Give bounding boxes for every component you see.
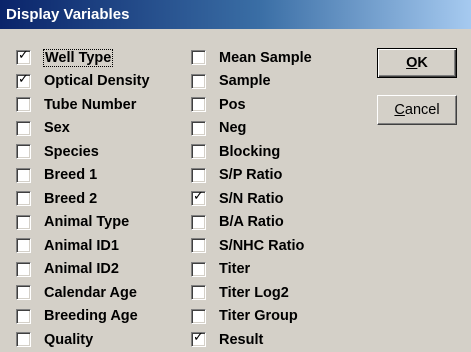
checkbox-animal-type[interactable]: ✓ Animal Type xyxy=(16,211,150,235)
checkbox-box[interactable]: ✓ xyxy=(191,330,206,348)
checkbox-breeding-age[interactable]: ✓ Breeding Age xyxy=(16,305,150,329)
display-variables-dialog: Display Variables ✓ Well Type ✓ Optical Den… xyxy=(0,0,471,348)
checkbox-box[interactable]: ✓ xyxy=(16,144,31,160)
check-mark-icon: ✓ xyxy=(18,71,29,87)
checkbox-box[interactable]: ✓ xyxy=(16,261,31,277)
checkbox-box[interactable]: ✓ xyxy=(191,238,206,254)
checkbox-label: Calendar Age xyxy=(44,284,137,301)
checkbox-sex[interactable]: ✓ Sex xyxy=(16,117,150,141)
variables-column-1: ✓ Well Type ✓ Optical Density ✓ Tube Number ✓ S… xyxy=(16,46,150,352)
checkbox-label: Pos xyxy=(219,96,246,113)
checkbox-label: Titer Log2 xyxy=(219,284,289,301)
checkbox-box[interactable]: ✓ xyxy=(16,191,31,207)
cancel-label-rest: ancel xyxy=(404,102,440,118)
checkbox-label: S/NHC Ratio xyxy=(219,237,305,254)
checkbox-box[interactable]: ✓ xyxy=(191,285,206,301)
check-mark-icon: ✓ xyxy=(193,330,204,346)
checkbox-species[interactable]: ✓ Species xyxy=(16,140,150,164)
checkbox-label: Sex xyxy=(44,120,70,137)
checkbox-s-n-ratio[interactable]: ✓ S/N Ratio xyxy=(191,187,312,211)
checkbox-box[interactable]: ✓ xyxy=(16,308,31,324)
checkbox-label: Breeding Age xyxy=(44,308,138,325)
checkbox-label: Breed 2 xyxy=(44,190,98,207)
checkbox-box[interactable]: ✓ xyxy=(191,120,206,136)
checkbox-label: Animal ID1 xyxy=(44,237,119,254)
checkbox-box[interactable]: ✓ xyxy=(16,285,31,301)
check-mark-icon: ✓ xyxy=(193,189,204,205)
ok-mnemonic: O xyxy=(406,55,418,71)
checkbox-box[interactable]: ✓ xyxy=(191,167,206,183)
cancel-mnemonic: C xyxy=(394,102,405,118)
checkbox-label: Optical Density xyxy=(44,73,150,90)
checkbox-label: Result xyxy=(219,331,264,348)
checkbox-box[interactable]: ✓ xyxy=(191,73,206,89)
checkbox-label: Breed 1 xyxy=(44,167,98,184)
cancel-button[interactable]: Cancel xyxy=(377,95,457,125)
checkbox-sample[interactable]: ✓ Sample xyxy=(191,70,312,94)
checkbox-label: Neg xyxy=(219,120,247,137)
checkbox-box[interactable]: ✓ xyxy=(191,189,206,207)
checkbox-mean-sample[interactable]: ✓ Mean Sample xyxy=(191,46,312,70)
checkbox-box[interactable]: ✓ xyxy=(16,214,31,230)
checkbox-box[interactable]: ✓ xyxy=(16,71,31,89)
checkbox-breed-2[interactable]: ✓ Breed 2 xyxy=(16,187,150,211)
checkbox-box[interactable]: ✓ xyxy=(191,97,206,113)
checkbox-s-p-ratio[interactable]: ✓ S/P Ratio xyxy=(191,164,312,188)
dialog-title: Display Variables xyxy=(0,0,471,29)
checkbox-label: Mean Sample xyxy=(219,49,312,66)
checkbox-neg[interactable]: ✓ Neg xyxy=(191,117,312,141)
checkbox-label: S/P Ratio xyxy=(219,167,283,184)
checkbox-label: Sample xyxy=(219,73,271,90)
checkbox-calendar-age[interactable]: ✓ Calendar Age xyxy=(16,281,150,305)
checkbox-blocking[interactable]: ✓ Blocking xyxy=(191,140,312,164)
checkbox-pos[interactable]: ✓ Pos xyxy=(191,93,312,117)
checkbox-label: Well Type xyxy=(42,48,114,67)
checkbox-box[interactable]: ✓ xyxy=(191,214,206,230)
checkbox-s-nhc-ratio[interactable]: ✓ S/NHC Ratio xyxy=(191,234,312,258)
checkbox-label: Titer Group xyxy=(219,308,298,325)
checkbox-label: Titer xyxy=(219,261,251,278)
checkbox-box[interactable]: ✓ xyxy=(16,48,31,66)
checkbox-box[interactable]: ✓ xyxy=(191,50,206,66)
checkbox-box[interactable]: ✓ xyxy=(16,120,31,136)
checkbox-box[interactable]: ✓ xyxy=(16,238,31,254)
checkbox-tube-number[interactable]: ✓ Tube Number xyxy=(16,93,150,117)
checkbox-animal-id2[interactable]: ✓ Animal ID2 xyxy=(16,258,150,282)
checkbox-label: Quality xyxy=(44,331,94,348)
checkbox-well-type[interactable]: ✓ Well Type xyxy=(16,46,150,70)
checkbox-breed-1[interactable]: ✓ Breed 1 xyxy=(16,164,150,188)
checkbox-b-a-ratio[interactable]: ✓ B/A Ratio xyxy=(191,211,312,235)
checkbox-label: Animal Type xyxy=(44,214,130,231)
checkbox-box[interactable]: ✓ xyxy=(191,144,206,160)
checkbox-titer[interactable]: ✓ Titer xyxy=(191,258,312,282)
ok-button[interactable]: OK xyxy=(377,48,457,78)
checkbox-optical-density[interactable]: ✓ Optical Density xyxy=(16,70,150,94)
checkbox-label: Blocking xyxy=(219,143,281,160)
checkbox-label: Animal ID2 xyxy=(44,261,119,278)
ok-label-rest: K xyxy=(417,55,428,71)
checkbox-label: Species xyxy=(44,143,99,160)
checkbox-titer-group[interactable]: ✓ Titer Group xyxy=(191,305,312,329)
variables-column-2: ✓ Mean Sample ✓ Sample ✓ Pos ✓ Neg ✓ Blocking ✓ S/P… xyxy=(191,46,312,352)
checkbox-box[interactable]: ✓ xyxy=(16,97,31,113)
checkbox-box[interactable]: ✓ xyxy=(191,308,206,324)
checkbox-label: Tube Number xyxy=(44,96,137,113)
checkbox-label: B/A Ratio xyxy=(219,214,284,231)
checkbox-titer-log2[interactable]: ✓ Titer Log2 xyxy=(191,281,312,305)
checkbox-box[interactable]: ✓ xyxy=(16,167,31,183)
checkbox-box[interactable]: ✓ xyxy=(16,332,31,348)
check-mark-icon: ✓ xyxy=(18,48,29,64)
checkbox-label: S/N Ratio xyxy=(219,190,284,207)
checkbox-box[interactable]: ✓ xyxy=(191,261,206,277)
checkbox-animal-id1[interactable]: ✓ Animal ID1 xyxy=(16,234,150,258)
